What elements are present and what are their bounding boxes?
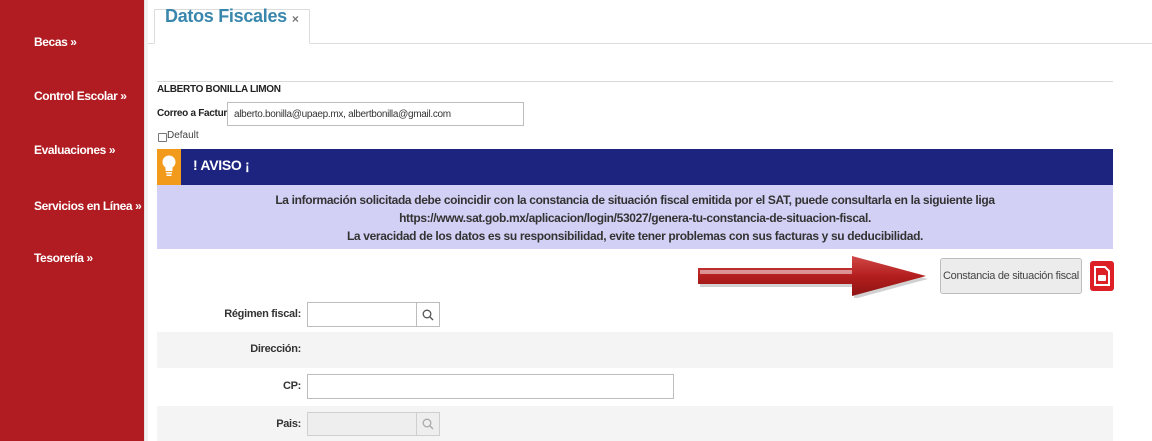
sidebar-item-label: Servicios en Línea » (34, 199, 142, 213)
tab-title: Datos Fiscales (165, 6, 287, 26)
cp-input[interactable] (307, 374, 674, 399)
sidebar-item-label: Evaluaciones » (34, 143, 116, 157)
sidebar-item-label: Control Escolar » (34, 89, 127, 103)
lightbulb-icon (162, 155, 176, 176)
default-checkbox[interactable] (158, 133, 167, 142)
red-arrow-annotation (698, 256, 928, 298)
aviso-title: ! AVISO ¡ (193, 157, 250, 173)
form-row-cp: CP: (157, 368, 1113, 406)
pdf-button[interactable] (1090, 261, 1114, 291)
constancia-situacion-fiscal-button[interactable]: Constancia de situación fiscal (940, 258, 1082, 294)
regimen-fiscal-input[interactable] (307, 302, 417, 327)
close-icon[interactable]: × (292, 10, 299, 28)
divider (157, 81, 1113, 82)
email-field[interactable] (227, 102, 524, 126)
aviso-message: La información solicitada debe coincidir… (157, 185, 1113, 249)
aviso-icon-box (157, 149, 181, 185)
aviso-header: ! AVISO ¡ (157, 149, 1113, 185)
sidebar-item-becas[interactable]: Becas » (0, 22, 144, 62)
tab-bar: Datos Fiscales × (148, 0, 1152, 44)
cp-label: CP: (282, 380, 301, 392)
form-row-direccion: Dirección: (157, 332, 1113, 368)
tab-datos-fiscales[interactable]: Datos Fiscales × (154, 6, 310, 44)
aviso-link[interactable]: https://www.sat.gob.mx/aplicacion/login/… (157, 211, 1113, 225)
regimen-label: Régimen fiscal: (224, 308, 301, 320)
aviso-line-1: La información solicitada debe coincidir… (275, 193, 995, 207)
pais-input[interactable] (307, 412, 417, 436)
sidebar-item-evaluaciones[interactable]: Evaluaciones » (0, 130, 144, 170)
regimen-search-button[interactable] (416, 302, 440, 327)
sidebar-item-control-escolar[interactable]: Control Escolar » (0, 76, 144, 116)
form-row-pais: Pais: (157, 406, 1113, 441)
pais-label: Pais: (276, 418, 301, 430)
sidebar-separator (144, 0, 148, 441)
pais-search-button[interactable] (416, 412, 440, 436)
sidebar-item-tesoreria[interactable]: Tesorería » (0, 238, 144, 278)
direccion-label: Dirección: (250, 343, 301, 355)
default-label: Default (167, 130, 199, 141)
sidebar-item-label: Tesorería » (34, 251, 93, 265)
aviso-line-3: La veracidad de los datos es su responsi… (346, 229, 924, 243)
search-icon (422, 418, 434, 430)
pdf-file-icon (1094, 266, 1110, 286)
form-row-regimen: Régimen fiscal: (157, 298, 1113, 332)
user-name: ALBERTO BONILLA LIMON (157, 84, 281, 95)
sidebar: Becas » Control Escolar » Evaluaciones »… (0, 0, 144, 441)
sidebar-item-label: Becas » (34, 35, 77, 49)
search-icon (422, 309, 434, 320)
sidebar-item-servicios-en-linea[interactable]: Servicios en Línea » (0, 186, 144, 226)
